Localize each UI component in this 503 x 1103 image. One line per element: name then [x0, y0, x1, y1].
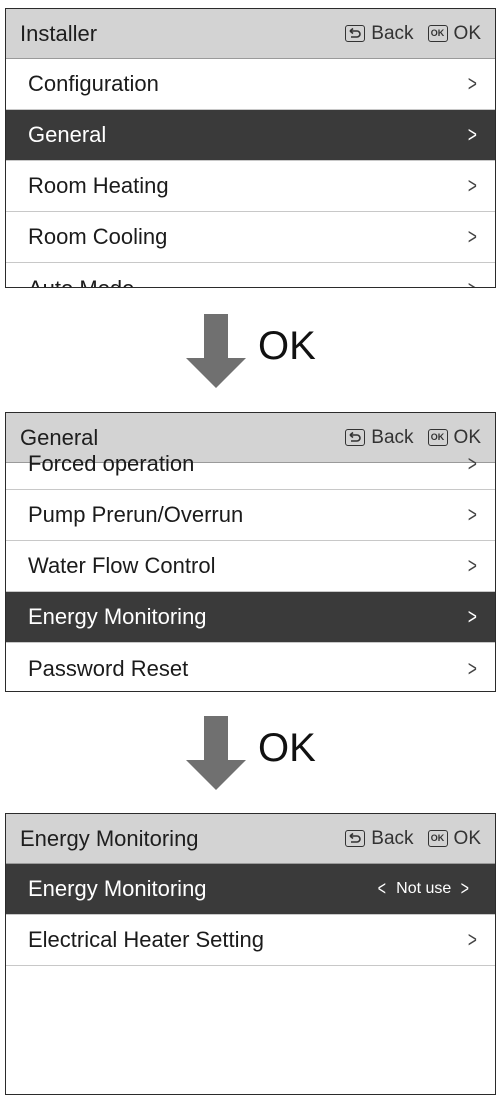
screen-header: Installer Back OK OK	[6, 9, 495, 59]
installer-screen: Installer Back OK OK Configuration > Gene…	[5, 8, 496, 288]
arrow-down-icon	[186, 314, 246, 388]
menu-item-auto-mode[interactable]: Auto Mode >	[6, 263, 495, 288]
energy-monitoring-screen: Energy Monitoring Back OK OK Energy Moni…	[5, 813, 496, 1095]
menu-item-label: Forced operation	[28, 451, 195, 476]
menu-item-label: Pump Prerun/Overrun	[28, 502, 244, 527]
back-label: Back	[371, 827, 414, 849]
chevron-right-icon[interactable]: >	[461, 878, 469, 901]
ok-icon: OK	[427, 830, 448, 847]
ok-button[interactable]: OK OK	[427, 22, 481, 45]
menu-item-label: Configuration	[28, 71, 159, 96]
ok-icon: OK	[427, 25, 448, 42]
menu-list: Forced operation > Pump Prerun/Overrun > W…	[6, 439, 495, 691]
back-label: Back	[371, 22, 414, 44]
ok-arrow: OK	[0, 314, 503, 394]
ok-label: OK	[453, 22, 481, 44]
menu-item-label: Water Flow Control	[28, 553, 216, 578]
menu-item-room-heating[interactable]: Room Heating >	[6, 161, 495, 212]
chevron-right-icon: >	[468, 122, 478, 147]
menu-item-label: Electrical Heater Setting	[28, 927, 264, 952]
menu-item-configuration[interactable]: Configuration >	[6, 59, 495, 110]
screen-title: Installer	[20, 20, 98, 46]
screen-header: Energy Monitoring Back OK OK	[6, 814, 495, 864]
arrow-label: OK	[258, 324, 316, 368]
arrow-down-icon	[186, 716, 246, 790]
chevron-right-icon: >	[468, 71, 478, 96]
chevron-right-icon: >	[468, 275, 478, 288]
menu-item-forced-operation[interactable]: Forced operation >	[6, 439, 495, 490]
value-selector[interactable]: < Not use >	[368, 878, 479, 901]
ok-button[interactable]: OK OK	[427, 827, 481, 850]
back-button[interactable]: Back	[345, 22, 414, 45]
chevron-right-icon: >	[468, 927, 478, 952]
setting-energy-monitoring[interactable]: Energy Monitoring < Not use >	[6, 864, 495, 915]
setting-label: Energy Monitoring	[28, 876, 207, 901]
menu-item-label: General	[28, 122, 107, 147]
menu-item-label: Auto Mode	[28, 275, 135, 288]
menu-item-label: Room Cooling	[28, 224, 168, 249]
chevron-right-icon: >	[468, 553, 478, 578]
arrow-label: OK	[258, 726, 316, 770]
menu-list: Configuration > General > Room Heating > Ro…	[6, 59, 495, 288]
menu-item-password-reset[interactable]: Password Reset >	[6, 643, 495, 691]
ok-arrow: OK	[0, 716, 503, 796]
chevron-right-icon: >	[468, 224, 478, 249]
back-icon	[345, 830, 366, 847]
chevron-right-icon: >	[468, 173, 478, 198]
ok-label: OK	[453, 827, 481, 849]
back-icon	[345, 25, 366, 42]
chevron-right-icon: >	[468, 604, 478, 629]
chevron-right-icon: >	[468, 451, 478, 476]
menu-item-energy-monitoring[interactable]: Energy Monitoring >	[6, 592, 495, 643]
menu-item-electrical-heater-setting[interactable]: Electrical Heater Setting >	[6, 915, 495, 966]
chevron-right-icon: >	[468, 502, 478, 527]
setting-value: Not use	[396, 880, 452, 897]
menu-item-water-flow-control[interactable]: Water Flow Control >	[6, 541, 495, 592]
menu-item-pump-prerun-overrun[interactable]: Pump Prerun/Overrun >	[6, 490, 495, 541]
screen-title: Energy Monitoring	[20, 825, 199, 851]
menu-item-general[interactable]: General >	[6, 110, 495, 161]
menu-item-label: Password Reset	[28, 655, 189, 681]
menu-list: Energy Monitoring < Not use > Electrical…	[6, 864, 495, 966]
menu-item-room-cooling[interactable]: Room Cooling >	[6, 212, 495, 263]
menu-item-label: Room Heating	[28, 173, 169, 198]
menu-item-label: Energy Monitoring	[28, 604, 207, 629]
back-button[interactable]: Back	[345, 827, 414, 850]
chevron-left-icon[interactable]: <	[378, 878, 386, 901]
general-screen: General Back OK OK Forced operation > Pum…	[5, 412, 496, 692]
chevron-right-icon: >	[468, 655, 478, 681]
